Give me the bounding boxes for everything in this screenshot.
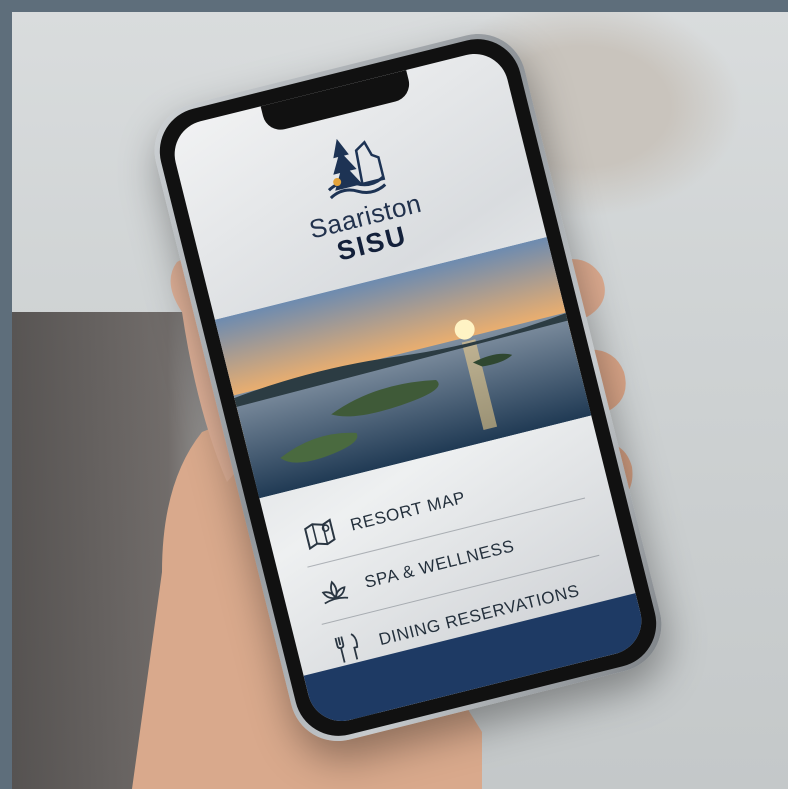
lotus-icon [311,570,358,613]
menu-item-label: RESORT MAP [348,487,468,535]
brand-logo-icon [327,138,387,200]
photo-background: Saariston SISU RESORT MAP SPA & WELLNESS… [12,12,788,789]
map-icon [296,512,343,555]
